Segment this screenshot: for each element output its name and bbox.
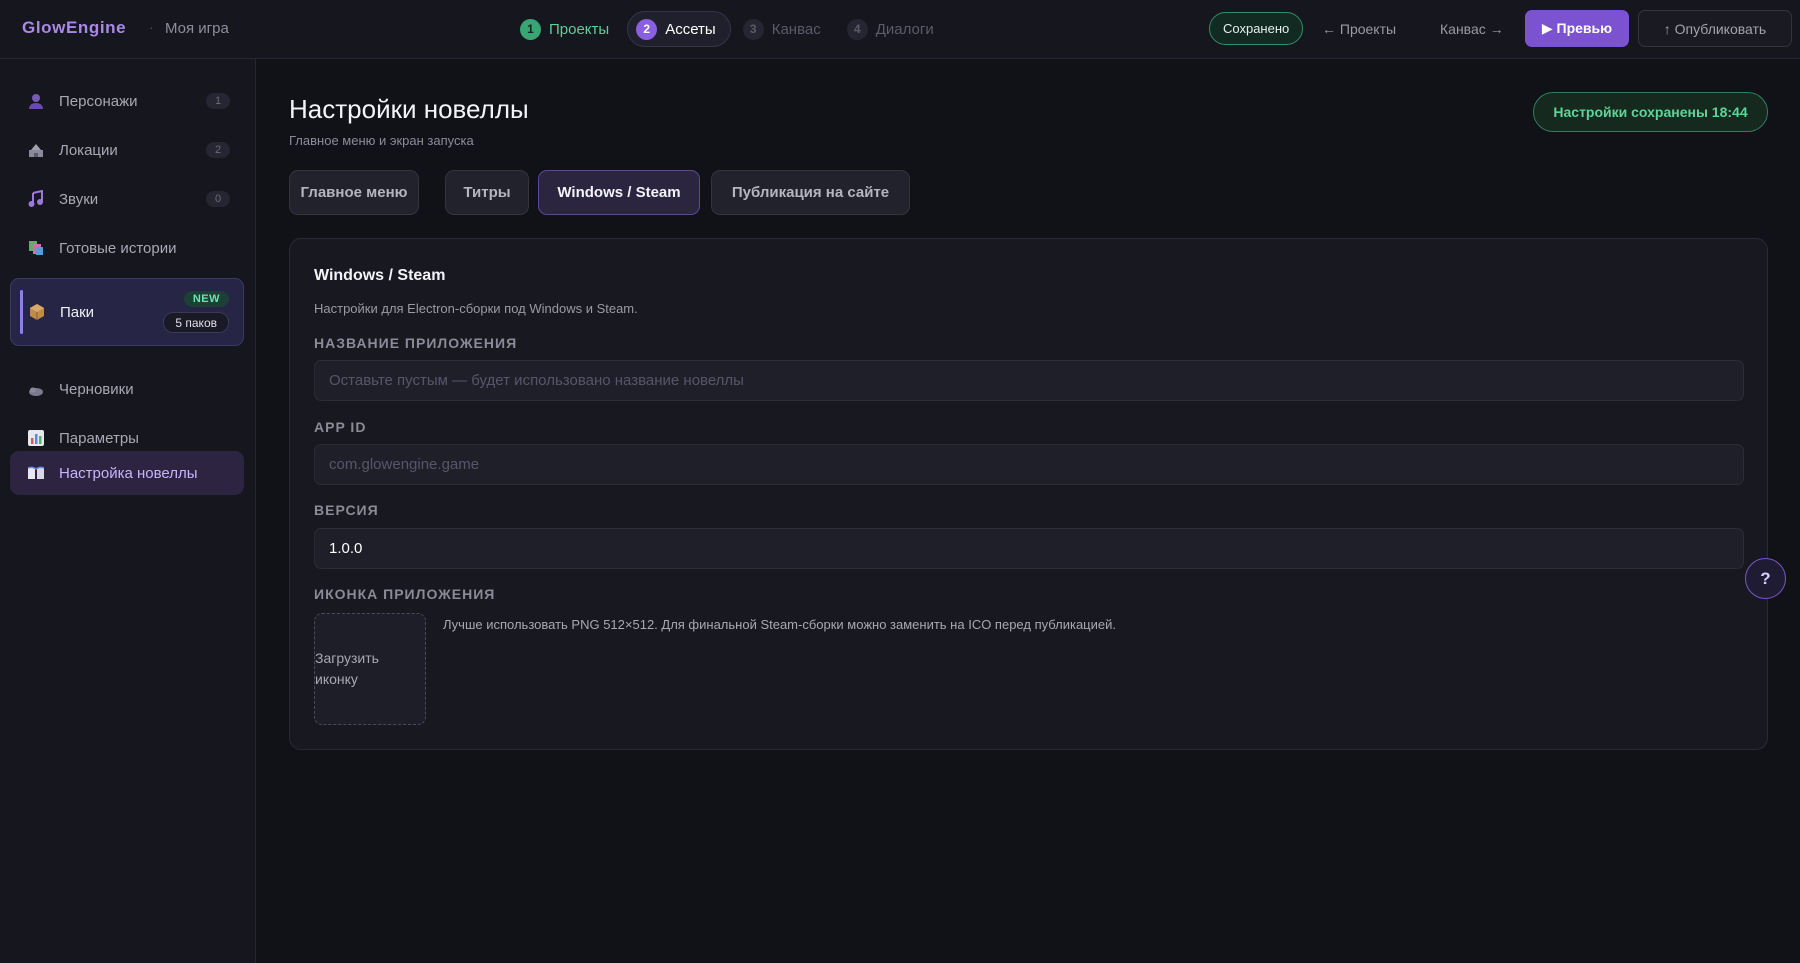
help-button[interactable]: ? bbox=[1745, 558, 1786, 599]
step-label: Диалоги bbox=[875, 20, 934, 38]
brand-logo[interactable]: GlowEngine bbox=[22, 18, 126, 38]
upload-icon-button[interactable]: Загрузить иконку bbox=[314, 613, 426, 725]
page-title: Настройки новеллы bbox=[289, 94, 529, 124]
chart-icon bbox=[26, 428, 46, 448]
count-badge: 2 bbox=[206, 142, 230, 158]
step-assets[interactable]: 2 Ассеты bbox=[627, 11, 731, 47]
icon-hint-text: Лучше использовать PNG 512×512. Для фина… bbox=[443, 617, 1116, 632]
publish-button[interactable]: ↑ Опубликовать bbox=[1638, 10, 1792, 47]
app-icon-label: ИКОНКА ПРИЛОЖЕНИЯ bbox=[314, 586, 496, 602]
sidebar-item-novel-settings[interactable]: Настройка новеллы bbox=[10, 451, 244, 495]
sidebar-item-packs[interactable]: Паки NEW 5 паков bbox=[10, 278, 244, 346]
sidebar-item-label: Готовые истории bbox=[59, 239, 177, 257]
count-badge: 0 bbox=[206, 191, 230, 207]
settings-panel: Windows / Steam Настройки для Electron-с… bbox=[289, 238, 1768, 750]
version-label: ВЕРСИЯ bbox=[314, 502, 379, 518]
step-canvas[interactable]: 3 Канвас bbox=[735, 11, 835, 47]
package-icon bbox=[27, 302, 47, 322]
next-canvas-link[interactable]: Канвас → bbox=[1440, 12, 1504, 46]
sidebar-item-stories[interactable]: Готовые истории bbox=[10, 226, 244, 270]
preview-button[interactable]: ▶ Превью bbox=[1525, 10, 1629, 47]
active-accent-bar bbox=[20, 290, 23, 334]
step-label: Канвас bbox=[771, 20, 821, 38]
sidebar-item-drafts[interactable]: Черновики bbox=[10, 367, 244, 411]
sidebar-item-locations[interactable]: Локации 2 bbox=[10, 128, 244, 172]
sidebar-item-label: Черновики bbox=[59, 380, 134, 398]
stories-icon bbox=[26, 238, 46, 258]
step-label: Ассеты bbox=[665, 20, 716, 38]
sidebar-item-label: Настройка новеллы bbox=[59, 464, 198, 482]
project-name: Моя игра bbox=[165, 20, 229, 37]
page-subtitle: Главное меню и экран запуска bbox=[289, 133, 474, 148]
brand-separator: · bbox=[149, 19, 154, 35]
sidebar-item-label: Локации bbox=[59, 141, 118, 159]
count-badge: 1 bbox=[206, 93, 230, 109]
sidebar-item-label: Паки bbox=[60, 303, 95, 321]
tab-credits[interactable]: Титры bbox=[445, 170, 529, 215]
top-bar: GlowEngine · Моя игра 1 Проекты 2 Ассеты… bbox=[0, 0, 1800, 59]
step-dialogs[interactable]: 4 Диалоги bbox=[839, 11, 948, 47]
book-icon bbox=[26, 463, 46, 483]
version-input[interactable] bbox=[314, 528, 1744, 569]
settings-saved-badge: Настройки сохранены 18:44 bbox=[1533, 92, 1768, 132]
location-icon bbox=[26, 140, 46, 160]
sidebar-item-label: Персонажи bbox=[59, 92, 138, 110]
tab-main-menu[interactable]: Главное меню bbox=[289, 170, 419, 215]
music-note-icon bbox=[26, 189, 46, 209]
step-number: 2 bbox=[636, 18, 658, 40]
workflow-steps: 1 Проекты 2 Ассеты 3 Канвас 4 Диалоги bbox=[512, 11, 952, 47]
upload-icon-label: Загрузить иконку bbox=[315, 650, 379, 687]
saved-indicator: Сохранено bbox=[1209, 12, 1304, 45]
prev-projects-link[interactable]: ← Проекты bbox=[1322, 12, 1396, 46]
step-number: 1 bbox=[520, 18, 541, 40]
app-name-input[interactable] bbox=[314, 360, 1744, 401]
sidebar-item-sounds[interactable]: Звуки 0 bbox=[10, 177, 244, 221]
app-name-label: НАЗВАНИЕ ПРИЛОЖЕНИЯ bbox=[314, 335, 518, 351]
panel-title: Windows / Steam bbox=[314, 267, 446, 284]
new-badge: NEW bbox=[183, 291, 229, 307]
app-id-label: APP ID bbox=[314, 419, 367, 435]
step-number: 4 bbox=[846, 18, 868, 40]
panel-description: Настройки для Electron-сборки под Window… bbox=[314, 301, 638, 316]
drafts-icon bbox=[26, 379, 46, 399]
person-icon bbox=[26, 91, 46, 111]
sidebar: Персонажи 1 Локации 2 Звуки 0 Готовые ис… bbox=[0, 59, 256, 963]
tab-windows-steam[interactable]: Windows / Steam bbox=[538, 170, 700, 215]
app-id-input[interactable] bbox=[314, 444, 1744, 485]
step-number: 3 bbox=[742, 18, 764, 40]
sidebar-item-label: Звуки bbox=[59, 190, 99, 208]
step-projects[interactable]: 1 Проекты bbox=[512, 11, 623, 47]
sidebar-item-characters[interactable]: Персонажи 1 bbox=[10, 79, 244, 123]
packs-count-badge: 5 паков bbox=[163, 312, 229, 333]
step-label: Проекты bbox=[549, 20, 610, 38]
sidebar-item-label: Параметры bbox=[59, 429, 139, 447]
tab-web-publish[interactable]: Публикация на сайте bbox=[711, 170, 910, 215]
